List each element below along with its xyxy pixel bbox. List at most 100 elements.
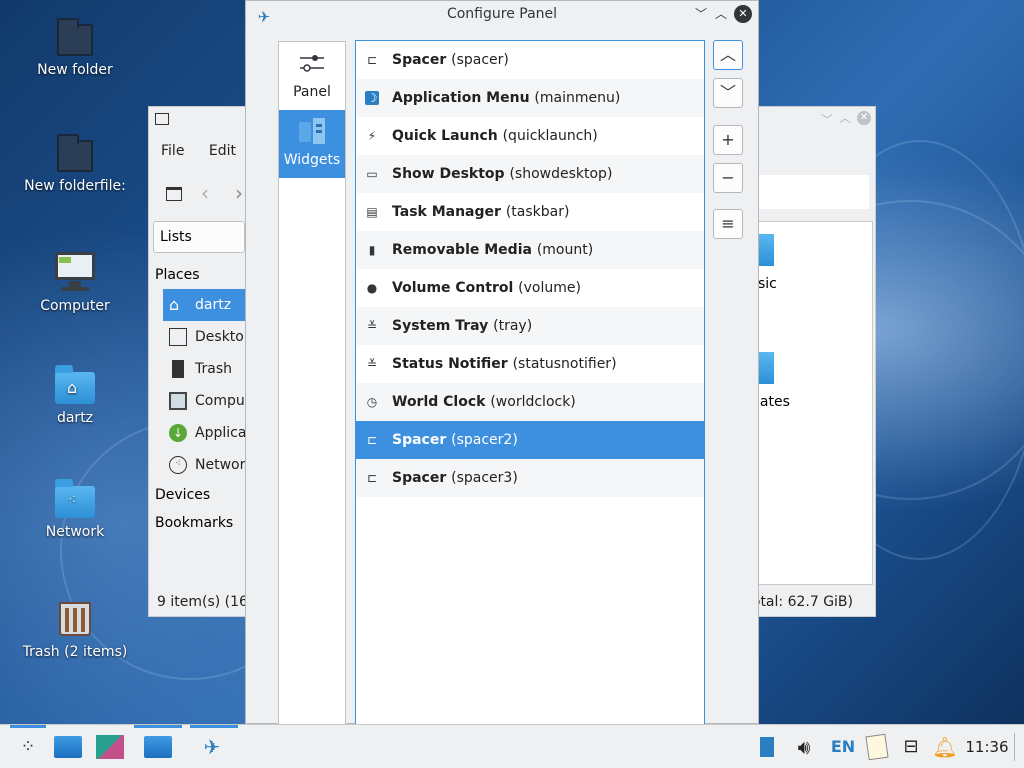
add-widget-button[interactable]: + xyxy=(713,125,743,155)
keyboard-layout-label: EN xyxy=(830,737,856,756)
menu-edit[interactable]: Edit xyxy=(209,143,236,159)
dialog-titlebar[interactable]: ✈ Configure Panel ﹀ ︿ ✕ xyxy=(246,1,758,27)
desktop-icon-label: Network xyxy=(45,524,105,540)
widget-id: (spacer2) xyxy=(451,432,518,448)
bookmarks-header[interactable]: Bookmarks xyxy=(155,515,233,531)
desktop-icon-new-folderfile[interactable]: New folderfile: xyxy=(10,134,140,194)
menu-file[interactable]: File xyxy=(161,143,184,159)
clipboard-tray[interactable] xyxy=(864,733,890,761)
image-viewer-launcher[interactable] xyxy=(94,731,126,763)
widget-row[interactable]: ⚡ Quick Launch (quicklaunch) xyxy=(356,117,704,155)
widget-id: (quicklaunch) xyxy=(502,128,598,144)
task-configure-panel[interactable]: ✈ xyxy=(196,731,228,763)
desktop-icon-trash[interactable]: Trash (2 items) xyxy=(10,598,140,660)
widget-id: (spacer) xyxy=(451,52,509,68)
page-widgets[interactable]: Widgets xyxy=(279,110,345,178)
chevron-down-icon[interactable]: ﹀ xyxy=(821,111,833,128)
chevron-up-icon[interactable]: ︿ xyxy=(839,109,851,126)
bird-logo-icon: ✈ xyxy=(203,735,221,759)
widget-id: (volume) xyxy=(518,280,581,296)
active-indicator xyxy=(190,725,238,728)
start-menu-button[interactable]: ⁘ xyxy=(12,731,44,763)
widget-row[interactable]: ◷ World Clock (worldclock) xyxy=(356,383,704,421)
configure-panel-dialog[interactable]: ✈ Configure Panel ﹀ ︿ ✕ Panel Widgets ⊏ … xyxy=(245,0,759,731)
network-icon: ⁖ xyxy=(169,456,187,474)
page-label: Panel xyxy=(293,84,331,100)
desktop-icon-new-folder[interactable]: New folder xyxy=(10,18,140,78)
view-mode-label: Lists xyxy=(160,229,192,245)
clock-time: 11:36 xyxy=(965,738,1009,756)
download-icon: ↓ xyxy=(169,424,187,442)
computer-icon xyxy=(169,392,187,410)
widget-list[interactable]: ⊏ Spacer (spacer) ☽ Application Menu (ma… xyxy=(355,40,705,730)
widget-id: (tray) xyxy=(493,318,533,334)
network-tray[interactable]: ⊟ xyxy=(898,733,924,761)
removable-media-tray[interactable] xyxy=(756,733,778,761)
quicklaunch-icon: ⚡ xyxy=(367,129,377,143)
places-item-label: Trash xyxy=(195,361,232,377)
widget-name: Spacer xyxy=(392,432,452,448)
network-folder-icon: ⁖ xyxy=(55,479,95,518)
task-file-manager[interactable] xyxy=(142,731,174,763)
widget-row[interactable]: ▤ Task Manager (taskbar) xyxy=(356,193,704,231)
desktop-icon-label: New folder xyxy=(37,62,113,78)
page-panel[interactable]: Panel xyxy=(279,42,345,110)
spacer-icon: ⊏ xyxy=(366,53,378,67)
volume-icon: ● xyxy=(366,281,378,295)
chevron-down-icon[interactable]: ﹀ xyxy=(692,5,710,23)
widget-name: World Clock xyxy=(392,394,491,410)
widget-row[interactable]: ⊏ Spacer (spacer) xyxy=(356,41,704,79)
close-icon[interactable]: ✕ xyxy=(734,5,752,23)
widget-row[interactable]: ● Volume Control (volume) xyxy=(356,269,704,307)
clock[interactable]: 11:36 xyxy=(964,733,1010,761)
notifications-tray[interactable]: 🔔︎ xyxy=(932,733,958,761)
new-tab-icon[interactable] xyxy=(166,187,182,201)
chevron-up-icon: ︿ xyxy=(719,45,736,64)
widget-name: Show Desktop xyxy=(392,166,510,182)
widget-row[interactable]: ⊏ Spacer (spacer3) xyxy=(356,459,704,497)
widget-row[interactable]: ☽ Application Menu (mainmenu) xyxy=(356,79,704,117)
desktop-icon-network[interactable]: ⁖ Network xyxy=(10,479,140,540)
devices-header[interactable]: Devices xyxy=(155,487,210,503)
show-desktop-icon: ▭ xyxy=(366,167,378,181)
usb-icon: ▮ xyxy=(368,243,376,257)
keyboard-layout-indicator[interactable]: EN xyxy=(828,733,858,761)
path-bar[interactable] xyxy=(755,175,869,209)
minus-icon: − xyxy=(721,168,735,187)
back-icon[interactable]: ‹ xyxy=(201,181,209,205)
trash-icon xyxy=(172,360,184,378)
computer-icon xyxy=(55,252,95,292)
desktop-icon-computer[interactable]: Computer xyxy=(10,252,140,314)
task-manager-icon: ▤ xyxy=(366,205,378,219)
clipboard-icon xyxy=(865,733,889,761)
widget-name: Spacer xyxy=(392,470,452,486)
image-icon xyxy=(96,735,124,759)
close-icon[interactable]: ✕ xyxy=(857,111,871,125)
desktop-icon-label: New folderfile: xyxy=(24,178,126,194)
move-up-button[interactable]: ︿ xyxy=(713,40,743,70)
widget-row[interactable]: ▮ Removable Media (mount) xyxy=(356,231,704,269)
widget-row[interactable]: ≚ System Tray (tray) xyxy=(356,307,704,345)
places-item-label: Compu xyxy=(195,393,245,409)
file-view[interactable]: sic lates xyxy=(755,221,873,585)
configure-widget-button[interactable]: ≡ xyxy=(713,209,743,239)
remove-widget-button[interactable]: − xyxy=(713,163,743,193)
widget-name: Task Manager xyxy=(392,204,506,220)
file-item-label: lates xyxy=(756,394,790,410)
widget-name: Status Notifier xyxy=(392,356,513,372)
view-mode-select[interactable]: Lists xyxy=(153,221,245,253)
home-icon: ⌂ xyxy=(169,295,180,314)
desktop-icon-dartz[interactable]: ⌂ dartz xyxy=(10,365,140,426)
widget-row[interactable]: ≚ Status Notifier (statusnotifier) xyxy=(356,345,704,383)
app-launcher-icon: ⁘ xyxy=(20,736,36,757)
file-manager-launcher[interactable] xyxy=(52,731,84,763)
chevron-up-icon[interactable]: ︿ xyxy=(712,5,730,23)
widget-row[interactable]: ▭ Show Desktop (showdesktop) xyxy=(356,155,704,193)
status-free-space: otal: 62.7 GiB) xyxy=(751,594,853,610)
spacer-icon: ⊏ xyxy=(366,471,378,485)
clock-icon: ◷ xyxy=(366,395,378,409)
widget-row-selected[interactable]: ⊏ Spacer (spacer2) xyxy=(356,421,704,459)
forward-icon[interactable]: › xyxy=(235,181,243,205)
move-down-button[interactable]: ﹀ xyxy=(713,78,743,108)
volume-tray[interactable]: 🔊︎ xyxy=(790,733,818,761)
